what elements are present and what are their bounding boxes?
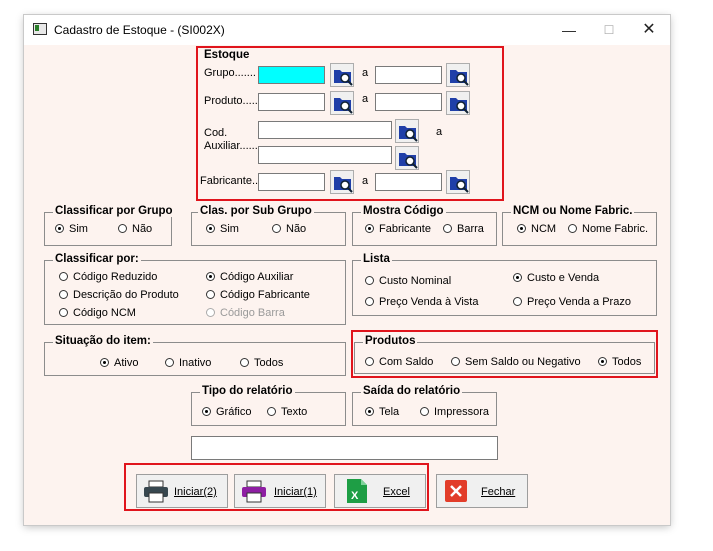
tipo-relatorio-group: Tipo do relatório Gráfico Texto: [191, 385, 346, 426]
fechar-button[interactable]: Fechar: [436, 474, 528, 508]
codigo-ncm-radio[interactable]: Código NCM: [59, 307, 136, 319]
classificar-por-legend: Classificar por:: [53, 253, 141, 265]
inativo-radio[interactable]: Inativo: [165, 357, 211, 369]
close-button[interactable]: ✕: [630, 15, 668, 45]
todos-situacao-radio[interactable]: Todos: [240, 357, 283, 369]
tela-radio[interactable]: Tela: [365, 406, 399, 418]
buttons-highlight: [124, 463, 429, 511]
mostra-codigo-legend: Mostra Código: [361, 205, 446, 217]
radio-dot-icon: [240, 358, 249, 367]
grafico-radio[interactable]: Gráfico: [202, 406, 251, 418]
window-title: Cadastro de Estoque - (SI002X): [54, 23, 225, 37]
radio-dot-icon: [206, 224, 215, 233]
radio-dot-icon: [443, 224, 452, 233]
lista-legend: Lista: [361, 253, 392, 265]
minimize-button[interactable]: —: [550, 15, 588, 45]
codigo-reduzido-radio[interactable]: Código Reduzido: [59, 271, 157, 283]
custo-venda-radio[interactable]: Custo e Venda: [513, 272, 599, 284]
estoque-highlight: [196, 46, 504, 201]
app-icon: [33, 23, 47, 35]
radio-dot-icon: [59, 290, 68, 299]
classificar-por-group: Classificar por: Código Reduzido Descriç…: [44, 253, 346, 325]
nome-fabric-radio[interactable]: Nome Fabric.: [568, 223, 648, 235]
ncm-nome-legend: NCM ou Nome Fabric.: [511, 205, 635, 217]
classificar-grupo-legend: Classificar por Grupo: [53, 205, 175, 217]
situacao-group: Situação do item: Ativo Inativo Todos: [44, 335, 346, 376]
classificar-grupo-group: Classificar por Grupo Sim Não: [44, 205, 175, 246]
impressora-radio[interactable]: Impressora: [420, 406, 489, 418]
radio-dot-icon: [202, 407, 211, 416]
lista-group: Lista Custo Nominal Preço Venda à Vista …: [352, 253, 657, 316]
radio-dot-icon: [206, 272, 215, 281]
radio-dot-icon: [513, 273, 522, 282]
radio-dot-icon: [118, 224, 127, 233]
radio-dot-icon: [568, 224, 577, 233]
status-text-field: [191, 436, 498, 460]
radio-dot-icon: [420, 407, 429, 416]
preco-vista-radio[interactable]: Preço Venda à Vista: [365, 296, 478, 308]
clas-sub-grupo-nao-radio[interactable]: Não: [272, 223, 306, 235]
codigo-auxiliar-radio[interactable]: Código Auxiliar: [206, 271, 293, 283]
radio-dot-icon: [365, 297, 374, 306]
saida-relatorio-legend: Saída do relatório: [361, 385, 463, 397]
clas-sub-grupo-legend: Clas. por Sub Grupo: [198, 205, 314, 217]
produtos-highlight: [351, 330, 658, 378]
radio-dot-icon: [59, 272, 68, 281]
radio-dot-icon: [100, 358, 109, 367]
tipo-relatorio-legend: Tipo do relatório: [200, 385, 295, 397]
texto-radio[interactable]: Texto: [267, 406, 307, 418]
codigo-fabricante-radio[interactable]: Código Fabricante: [206, 289, 310, 301]
radio-dot-icon: [513, 297, 522, 306]
radio-dot-icon: [272, 224, 281, 233]
mostra-codigo-fabricante-radio[interactable]: Fabricante: [365, 223, 431, 235]
ativo-radio[interactable]: Ativo: [100, 357, 138, 369]
saida-relatorio-group: Saída do relatório Tela Impressora: [352, 385, 497, 426]
classificar-grupo-sim-radio[interactable]: Sim: [55, 223, 88, 235]
radio-dot-icon: [55, 224, 64, 233]
main-window: Cadastro de Estoque - (SI002X) — ☐ ✕ Est…: [24, 15, 670, 525]
mostra-codigo-group: Mostra Código Fabricante Barra: [352, 205, 497, 246]
radio-dot-icon: [59, 308, 68, 317]
radio-dot-icon: [365, 276, 374, 285]
descricao-produto-radio[interactable]: Descrição do Produto: [59, 289, 179, 301]
situacao-legend: Situação do item:: [53, 335, 153, 347]
radio-dot-icon: [517, 224, 526, 233]
maximize-button[interactable]: ☐: [590, 15, 628, 45]
classificar-grupo-nao-radio[interactable]: Não: [118, 223, 152, 235]
ncm-radio[interactable]: NCM: [517, 223, 556, 235]
radio-dot-icon: [206, 290, 215, 299]
radio-dot-icon: [267, 407, 276, 416]
codigo-barra-radio: Código Barra: [206, 307, 285, 319]
fechar-label: Fechar: [481, 486, 516, 498]
radio-dot-icon: [165, 358, 174, 367]
radio-dot-icon: [365, 407, 374, 416]
close-x-icon: [445, 480, 467, 502]
clas-sub-grupo-group: Clas. por Sub Grupo Sim Não: [191, 205, 346, 246]
radio-dot-icon: [206, 308, 215, 317]
custo-nominal-radio[interactable]: Custo Nominal: [365, 275, 451, 287]
title-bar[interactable]: Cadastro de Estoque - (SI002X) — ☐ ✕: [24, 15, 670, 45]
preco-prazo-radio[interactable]: Preço Venda a Prazo: [513, 296, 631, 308]
ncm-nome-group: NCM ou Nome Fabric. NCM Nome Fabric.: [502, 205, 657, 246]
mostra-codigo-barra-radio[interactable]: Barra: [443, 223, 484, 235]
radio-dot-icon: [365, 224, 374, 233]
clas-sub-grupo-sim-radio[interactable]: Sim: [206, 223, 239, 235]
